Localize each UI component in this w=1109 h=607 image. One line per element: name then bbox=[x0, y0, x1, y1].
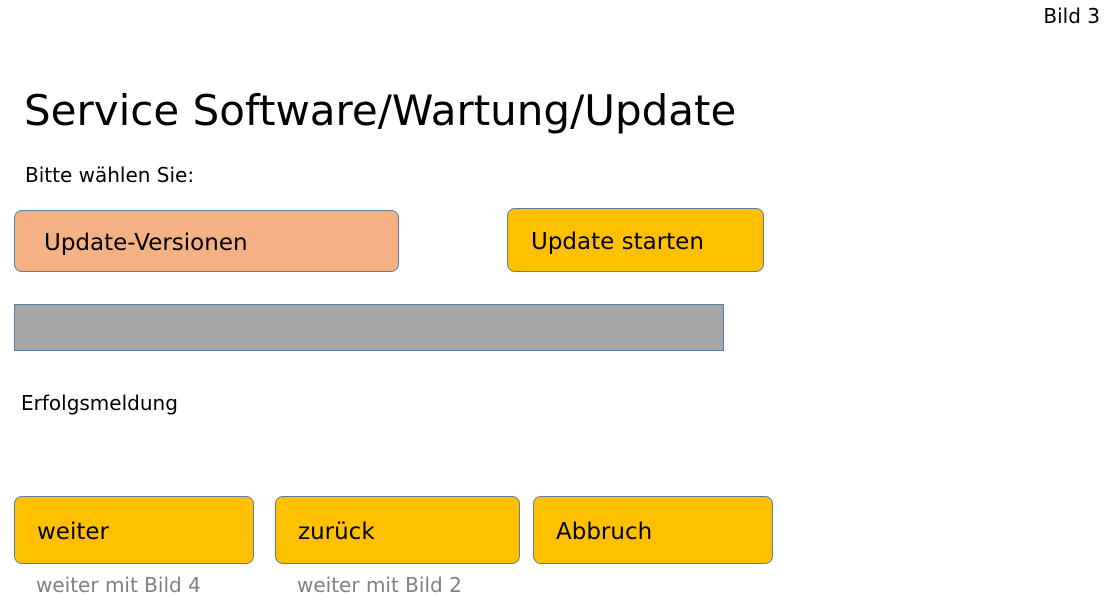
update-start-button[interactable]: Update starten bbox=[507, 208, 764, 272]
page-label: Bild 3 bbox=[1043, 4, 1100, 28]
update-versions-label: Update-Versionen bbox=[44, 229, 248, 256]
cancel-button-label: Abbruch bbox=[556, 518, 653, 545]
progress-fill bbox=[15, 305, 723, 350]
back-hint: weiter mit Bild 2 bbox=[297, 573, 462, 597]
update-versions-button[interactable]: Update-Versionen bbox=[14, 210, 399, 272]
status-message: Erfolgsmeldung bbox=[21, 391, 178, 415]
page-title: Service Software/Wartung/Update bbox=[24, 86, 737, 135]
next-button[interactable]: weiter bbox=[14, 496, 254, 564]
next-button-label: weiter bbox=[37, 518, 109, 545]
update-progress-bar bbox=[14, 304, 724, 351]
update-start-label: Update starten bbox=[531, 228, 704, 255]
cancel-button[interactable]: Abbruch bbox=[533, 496, 773, 564]
back-button[interactable]: zurück bbox=[275, 496, 520, 564]
back-button-label: zurück bbox=[298, 518, 375, 545]
selection-prompt: Bitte wählen Sie: bbox=[25, 163, 195, 187]
next-hint: weiter mit Bild 4 bbox=[36, 573, 201, 597]
